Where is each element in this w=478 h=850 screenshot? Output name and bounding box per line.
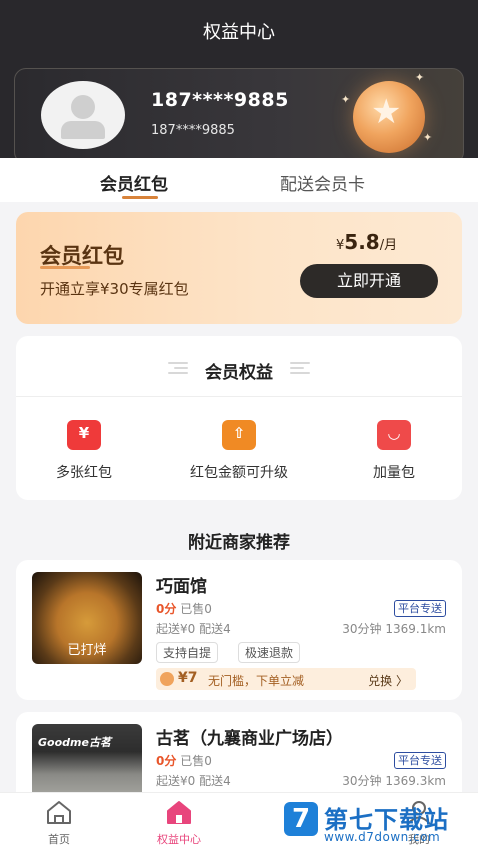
divider [16, 396, 462, 397]
upgrade-glyph: ⇧ [232, 424, 246, 442]
promo-title-underline [40, 266, 90, 269]
sold-count: 已售0 [180, 754, 212, 768]
watermark-url: www.d7down.com [324, 830, 441, 844]
perk-upgradeable-amount[interactable]: ⇧ 红包金额可升级 [169, 420, 309, 482]
home-icon [167, 801, 191, 824]
sparkle-icon: ✦ [341, 93, 351, 106]
shop-delivery-info: 起送¥0 配送4 [156, 774, 231, 788]
score-value: 0分 [156, 602, 177, 616]
avatar-body-icon [61, 121, 105, 139]
member-phone-sub: 187****9885 [151, 123, 235, 138]
promo-price: ¥5.8/月 [336, 230, 397, 254]
rights-title: 会员权益 [205, 363, 273, 383]
perk-multi-redpacket[interactable]: ¥ 多张红包 [14, 420, 154, 482]
tab-bar: 会员红包 配送会员卡 [0, 158, 478, 202]
shop-distance: 30分钟 1369.3km [342, 774, 446, 788]
sold-count: 已售0 [180, 602, 212, 616]
shop-score: 0分 已售0 [156, 752, 212, 769]
red-envelope-glyph: ¥ [78, 424, 90, 442]
red-envelope-icon: ¥ [67, 420, 101, 450]
coupon-icon [160, 672, 174, 686]
star-icon: ★ [371, 92, 402, 132]
open-membership-button[interactable]: 立即开通 [300, 264, 438, 298]
store-sign: Goodme古茗 [38, 736, 111, 749]
member-phone: 187****9885 [151, 89, 289, 111]
nav-label: 首页 [48, 833, 70, 846]
watermark-icon: 7 [284, 802, 318, 836]
delivery-badge: 平台专送 [394, 600, 446, 617]
watermark-logo: 7 第七下载站 www.d7down.com [278, 798, 478, 850]
home-icon [47, 801, 71, 824]
nav-label: 权益中心 [157, 833, 201, 846]
tab-active-indicator [122, 196, 158, 199]
avatar-head-icon [71, 95, 95, 119]
title-deco-right-icon [290, 362, 310, 374]
member-rights-panel: 会员权益 ¥ 多张红包 ⇧ 红包金额可升级 ◡ 加量包 [16, 336, 462, 500]
coupon-bar[interactable]: ¥7 无门槛，下单立减 兑换 〉 [156, 668, 416, 690]
nav-rights-center[interactable]: 权益中心 [134, 799, 224, 847]
coupon-desc: 无门槛，下单立减 [208, 674, 305, 688]
price-value: 5.8 [344, 230, 380, 254]
shop-delivery-info: 起送¥0 配送4 [156, 622, 231, 636]
perk-label: 红包金额可升级 [190, 465, 288, 481]
shop-card[interactable]: 已打烊 巧面馆 0分 已售0 平台专送 起送¥0 配送4 30分钟 1369.1… [16, 560, 462, 700]
shop-name: 古茗（九襄商业广场店） [156, 729, 343, 749]
score-value: 0分 [156, 754, 177, 768]
header-bar: 权益中心 187****9885 187****9885 ✦ ✦ ✦ ★ [0, 0, 478, 164]
delivery-badge: 平台专送 [394, 752, 446, 769]
upgrade-icon: ⇧ [222, 420, 256, 450]
member-card: 187****9885 187****9885 ✦ ✦ ✦ ★ [14, 68, 464, 164]
chip-fast-refund: 极速退款 [238, 642, 301, 663]
chip-self-pickup: 支持自提 [156, 642, 219, 663]
shop-image: 已打烊 [32, 572, 142, 664]
promo-card: 会员红包 开通立享¥30专属红包 ¥5.8/月 立即开通 [16, 212, 462, 324]
shop-name: 巧面馆 [156, 577, 207, 597]
promo-subtitle: 开通立享¥30专属红包 [40, 280, 189, 298]
shop-closed-tag: 已打烊 [67, 643, 107, 658]
tab-member-redpacket[interactable]: 会员红包 [100, 170, 168, 195]
coupon-amount: ¥7 [178, 670, 198, 686]
page-title: 权益中心 [203, 22, 275, 43]
shop-distance: 30分钟 1369.1km [342, 622, 446, 636]
sparkle-icon: ✦ [415, 71, 425, 84]
nearby-title: 附近商家推荐 [188, 533, 290, 553]
perk-label: 加量包 [373, 465, 415, 481]
redeem-link[interactable]: 兑换 〉 [368, 672, 408, 689]
nav-home[interactable]: 首页 [14, 799, 104, 847]
shop-score: 0分 已售0 [156, 600, 212, 617]
price-unit: /月 [379, 238, 398, 253]
gift-bag-icon: ◡ [377, 420, 411, 450]
perk-bonus-pack[interactable]: ◡ 加量包 [324, 420, 464, 482]
perk-label: 多张红包 [56, 465, 112, 481]
tab-delivery-card[interactable]: 配送会员卡 [280, 170, 365, 195]
gift-bag-glyph: ◡ [388, 424, 400, 442]
avatar[interactable] [41, 81, 125, 149]
sparkle-icon: ✦ [423, 131, 433, 144]
gold-coin-icon: ★ [353, 81, 425, 153]
